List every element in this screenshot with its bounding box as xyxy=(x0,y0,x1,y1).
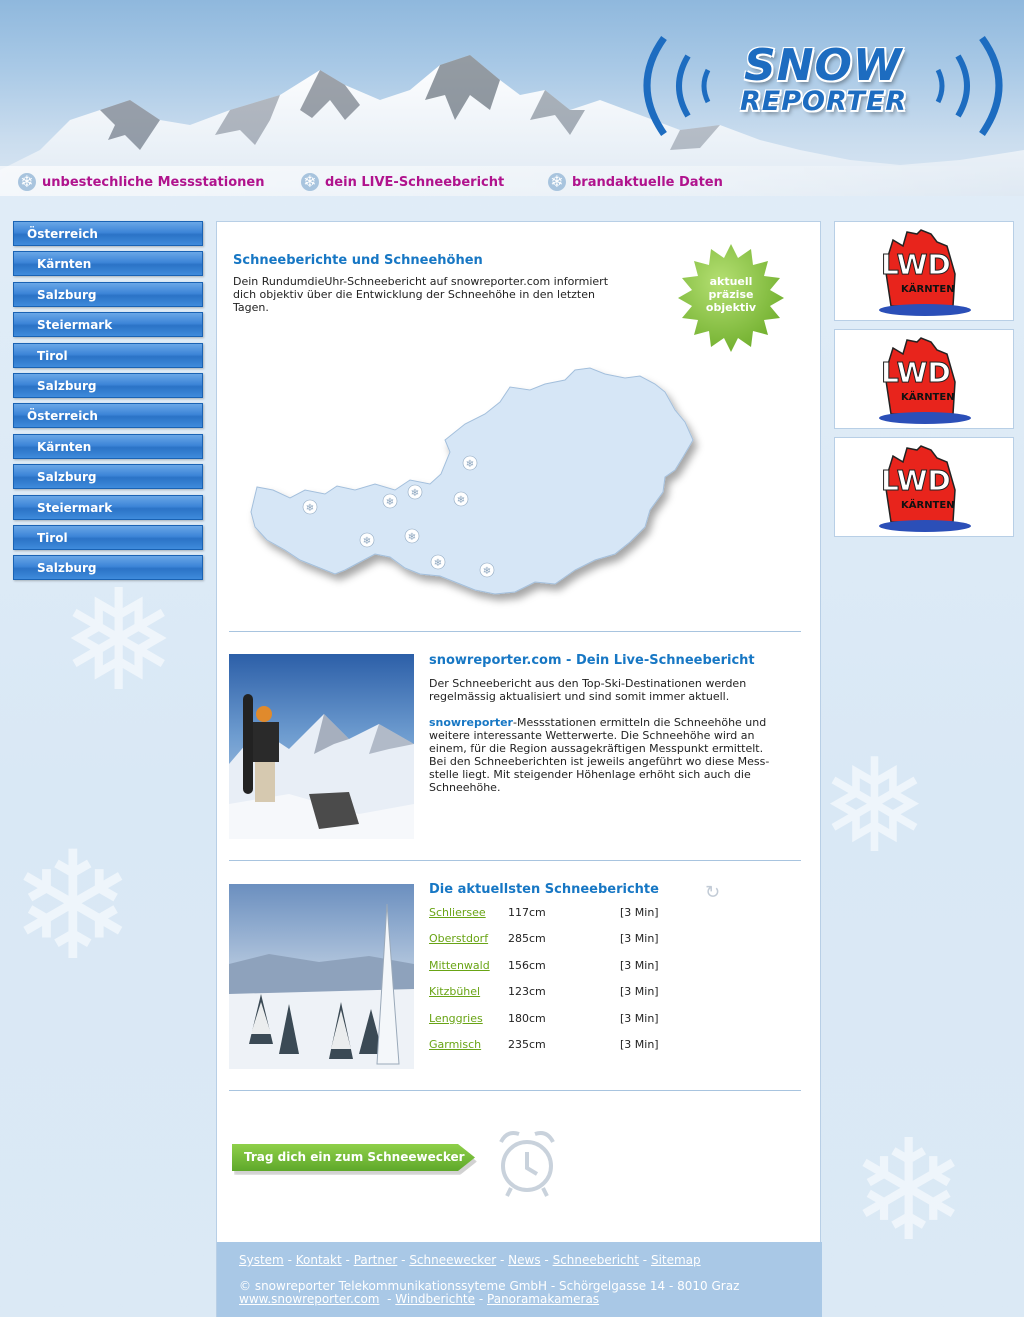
table-row: Mittenwald 156cm [3 Min] xyxy=(429,958,659,972)
nav-item-steiermark[interactable]: Steiermark xyxy=(13,312,203,338)
section-live-text: Der Schneebericht aus den Top-Ski-Destin… xyxy=(429,677,770,794)
svg-text:❄: ❄ xyxy=(434,558,442,569)
svg-text:LWD: LWD xyxy=(881,464,951,497)
section-title-live: snowreporter.com - Dein Live-Schneeberic… xyxy=(429,653,755,668)
report-link-oberstdorf[interactable]: Oberstdorf xyxy=(429,932,508,945)
section-intro-text: Dein RundumdieUhr-Schneebericht auf snow… xyxy=(233,275,609,314)
bg-snowflake-icon: ❅ xyxy=(820,730,929,882)
svg-text:❄: ❄ xyxy=(363,536,371,547)
svg-text:❄: ❄ xyxy=(411,488,419,499)
refresh-icon[interactable]: ↻ xyxy=(705,882,720,903)
snowreporter-logo[interactable]: SNOW REPORTER xyxy=(636,30,1016,140)
lwd-hand-logo-icon: LWD KÄRNTEN xyxy=(879,445,971,532)
bg-snowflake-icon: ❄ xyxy=(850,1110,968,1273)
snowy-forest-photo xyxy=(229,884,414,1069)
lwd-kaernten-banner[interactable]: LWD KÄRNTEN xyxy=(834,437,1014,537)
footer: System - Kontakt - Partner - Schneewecke… xyxy=(217,1242,822,1317)
footer-links-secondary: www.snowreporter.com - Windberichte - Pa… xyxy=(239,1292,600,1306)
footer-link-partner[interactable]: Partner xyxy=(354,1253,398,1267)
lwd-kaernten-banner[interactable]: LWD KÄRNTEN xyxy=(834,221,1014,321)
tagline-live: ❄ dein LIVE-Schneebericht xyxy=(301,173,504,191)
nav-item-salzburg[interactable]: Salzburg xyxy=(13,555,203,581)
footer-link-schneebericht[interactable]: Schneebericht xyxy=(553,1253,639,1267)
section-title-reports: Die aktuellsten Schneeberichte xyxy=(429,882,659,897)
divider xyxy=(229,860,801,861)
report-link-lenggries[interactable]: Lenggries xyxy=(429,1012,508,1025)
tagline-data: ❄ brandaktuelle Daten xyxy=(548,173,723,191)
nav-item-steiermark[interactable]: Steiermark xyxy=(13,494,203,520)
schneewecker-signup-button[interactable]: Trag dich ein zum Schneewecker xyxy=(232,1144,475,1171)
svg-text:KÄRNTEN: KÄRNTEN xyxy=(901,281,955,295)
svg-text:❄: ❄ xyxy=(457,495,465,506)
sidebar-nav: Österreich Kärnten Salzburg Steiermark T… xyxy=(13,221,203,586)
table-row: Garmisch 235cm [3 Min] xyxy=(429,1037,659,1051)
svg-text:LWD: LWD xyxy=(881,248,951,281)
footer-link-sitemap[interactable]: Sitemap xyxy=(651,1253,701,1267)
report-link-schliersee[interactable]: Schliersee xyxy=(429,906,508,919)
badge-text: aktuell präzise objektiv xyxy=(705,275,757,314)
austria-map[interactable]: ❄ ❄ ❄ ❄ ❄ ❄ ❄ ❄ ❄ xyxy=(245,362,790,612)
table-row: Schliersee 117cm [3 Min] xyxy=(429,906,659,919)
table-row: Oberstdorf 285cm [3 Min] xyxy=(429,932,659,946)
nav-item-kaernten[interactable]: Kärnten xyxy=(13,433,203,459)
svg-text:KÄRNTEN: KÄRNTEN xyxy=(901,389,955,403)
nav-item-salzburg[interactable]: Salzburg xyxy=(13,372,203,398)
table-row: Lenggries 180cm [3 Min] xyxy=(429,1011,659,1025)
footer-link-panoramakameras[interactable]: Panoramakameras xyxy=(487,1292,599,1306)
divider xyxy=(229,631,801,632)
divider xyxy=(229,1090,801,1091)
snowboarder-photo xyxy=(229,654,414,839)
nav-item-tirol[interactable]: Tirol xyxy=(13,524,203,550)
lwd-kaernten-banner[interactable]: LWD KÄRNTEN xyxy=(834,329,1014,429)
snowflake-icon: ❄ xyxy=(18,173,36,191)
footer-link-home[interactable]: www.snowreporter.com xyxy=(239,1292,379,1306)
lwd-hand-logo-icon: LWD KÄRNTEN xyxy=(879,337,971,424)
svg-text:❄: ❄ xyxy=(386,497,394,508)
report-link-garmisch[interactable]: Garmisch xyxy=(429,1038,508,1051)
svg-text:❄: ❄ xyxy=(466,459,474,470)
nav-item-oesterreich[interactable]: Österreich xyxy=(13,403,203,429)
table-row: Kitzbühel 123cm [3 Min] xyxy=(429,985,659,999)
lwd-hand-logo-icon: LWD KÄRNTEN xyxy=(879,229,971,316)
brand-name: snowreporter xyxy=(429,716,513,729)
report-link-kitzbuehel[interactable]: Kitzbühel xyxy=(429,985,508,998)
svg-text:❄: ❄ xyxy=(306,503,314,514)
footer-link-schneewecker[interactable]: Schneewecker xyxy=(409,1253,496,1267)
section-title-schneeberichte: Schneeberichte und Schneehöhen xyxy=(233,253,483,268)
logo-word-snow: SNOW xyxy=(744,40,903,91)
bg-snowflake-icon: ❄ xyxy=(10,820,136,994)
footer-link-system[interactable]: System xyxy=(239,1253,284,1267)
tagline-stations: ❄ unbestechliche Messstationen xyxy=(18,173,264,191)
svg-text:❄: ❄ xyxy=(483,566,491,577)
report-link-mittenwald[interactable]: Mittenwald xyxy=(429,959,508,972)
snowflake-icon: ❄ xyxy=(548,173,566,191)
svg-text:KÄRNTEN: KÄRNTEN xyxy=(901,497,955,511)
snowflake-icon: ❄ xyxy=(301,173,319,191)
svg-text:LWD: LWD xyxy=(881,356,951,389)
report-list: Schliersee 117cm [3 Min] Oberstdorf 285c… xyxy=(429,906,729,1064)
nav-item-salzburg[interactable]: Salzburg xyxy=(13,281,203,307)
footer-links: System - Kontakt - Partner - Schneewecke… xyxy=(239,1253,701,1267)
nav-item-salzburg[interactable]: Salzburg xyxy=(13,464,203,490)
nav-item-tirol[interactable]: Tirol xyxy=(13,342,203,368)
tagline-bar: ❄ unbestechliche Messstationen ❄ dein LI… xyxy=(0,166,1024,196)
alarm-clock-icon xyxy=(499,1131,555,1197)
logo-word-reporter: REPORTER xyxy=(740,86,908,117)
footer-link-kontakt[interactable]: Kontakt xyxy=(296,1253,342,1267)
nav-item-oesterreich[interactable]: Österreich xyxy=(13,221,203,246)
main-content: Schneeberichte und Schneehöhen Dein Rund… xyxy=(216,221,822,1317)
footer-link-windberichte[interactable]: Windberichte xyxy=(395,1292,475,1306)
footer-link-news[interactable]: News xyxy=(508,1253,540,1267)
header: SNOW REPORTER ❄ unbestechliche Messstati… xyxy=(0,0,1024,196)
svg-text:❄: ❄ xyxy=(408,532,416,543)
nav-item-kaernten[interactable]: Kärnten xyxy=(13,251,203,277)
